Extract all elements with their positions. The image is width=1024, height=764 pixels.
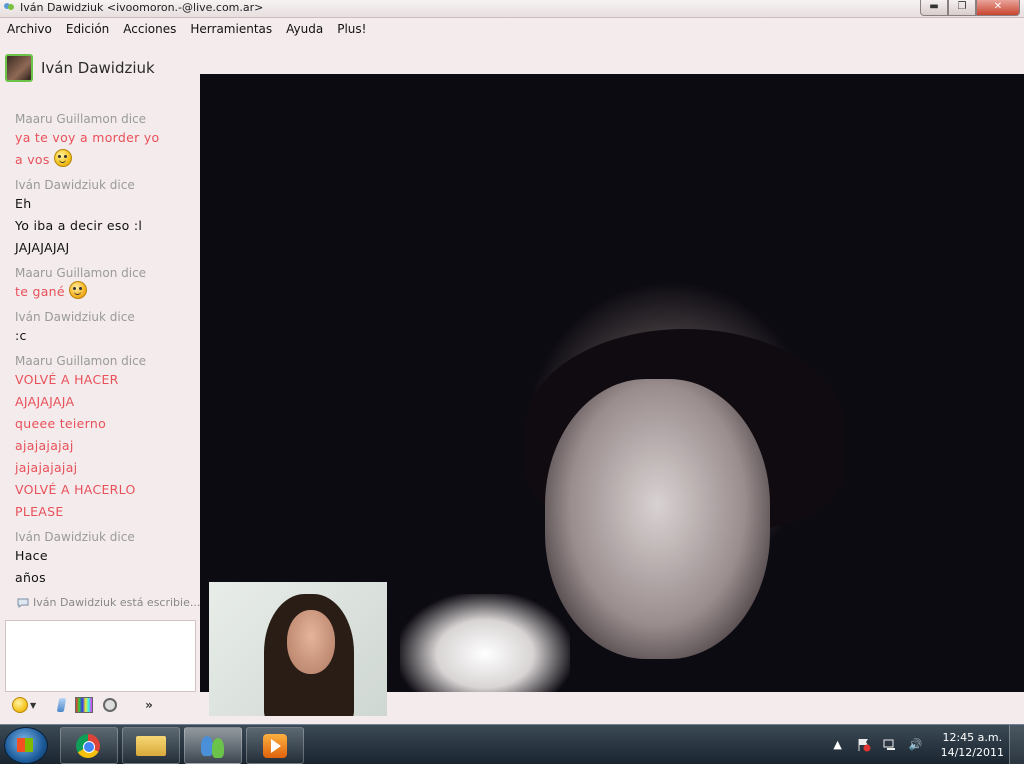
message-sender: Maaru Guillamon dice — [15, 112, 147, 126]
messenger-icon — [199, 734, 227, 758]
voice-clip-icon — [103, 698, 118, 712]
taskbar-messenger[interactable] — [184, 727, 242, 764]
color-grid-icon — [75, 697, 94, 713]
nudge-button[interactable] — [46, 698, 67, 712]
title-bar: Iván Dawidziuk <ivoomoron.-@live.com.ar>… — [0, 0, 1024, 18]
maximize-button[interactable]: ❐ — [948, 0, 976, 16]
message-input[interactable] — [5, 620, 196, 692]
start-button[interactable] — [4, 727, 48, 764]
message-line: ya te voy a morder yo — [15, 130, 160, 145]
network-icon[interactable] — [883, 738, 897, 752]
voice-clip-button[interactable] — [103, 698, 118, 712]
message-line: ajajajajaj — [15, 438, 74, 453]
conversation-history: Maaru Guillamon dice ya te voy a morder … — [15, 105, 195, 589]
volume-icon[interactable]: 🔊 — [909, 738, 923, 752]
smiley-icon — [12, 697, 28, 713]
video-subject-face — [545, 379, 770, 659]
message-line: queee teierno — [15, 416, 107, 431]
preview-subject-face — [287, 610, 335, 674]
wink-button[interactable] — [75, 697, 94, 713]
taskbar-explorer[interactable] — [122, 727, 180, 764]
contact-name[interactable]: Iván Dawidziuk — [41, 59, 155, 77]
menu-ayuda[interactable]: Ayuda — [279, 18, 330, 40]
video-light-glare — [400, 594, 570, 692]
taskbar: ▲ 🔊 12:45 a.m. 14/12/2011 — [0, 724, 1024, 764]
message-sender: Iván Dawidziuk dice — [15, 178, 135, 192]
show-desktop-button[interactable] — [1009, 725, 1024, 764]
more-options-button[interactable]: » — [145, 698, 153, 712]
message-line: jajajajajaj — [15, 460, 78, 475]
message-line: Eh — [15, 196, 32, 211]
message-line: VOLVÉ A HACER — [15, 372, 119, 387]
clock-date: 14/12/2011 — [940, 745, 1004, 759]
menu-herramientas[interactable]: Herramientas — [183, 18, 279, 40]
folder-icon — [136, 736, 166, 756]
nudge-icon — [56, 698, 67, 712]
typing-status-text: Iván Dawidziuk está escribie... — [33, 596, 201, 609]
media-player-icon — [263, 734, 287, 758]
window-title: Iván Dawidziuk <ivoomoron.-@live.com.ar> — [20, 1, 264, 14]
minimize-button[interactable]: ▬ — [920, 0, 948, 16]
clock-time: 12:45 a.m. — [942, 730, 1003, 744]
windows-logo-icon — [17, 738, 33, 752]
system-tray: ▲ 🔊 12:45 a.m. 14/12/2011 — [819, 725, 1004, 764]
message-line: Hace — [15, 548, 48, 563]
input-toolbar: ▼ » — [12, 695, 192, 715]
message-line: PLEASE — [15, 504, 64, 519]
menu-plus[interactable]: Plus! — [330, 18, 373, 40]
message-line: Yo iba a decir eso :l — [15, 218, 143, 233]
message-sender: Maaru Guillamon dice — [15, 266, 147, 280]
close-button[interactable]: ✕ — [976, 0, 1020, 16]
message-sender: Iván Dawidziuk dice — [15, 310, 135, 324]
taskbar-chrome[interactable] — [60, 727, 118, 764]
window-controls: ▬ ❐ ✕ — [920, 0, 1020, 16]
menu-edicion[interactable]: Edición — [59, 18, 116, 40]
typing-indicator: Iván Dawidziuk está escribie... — [17, 596, 200, 609]
self-webcam-preview[interactable] — [209, 582, 387, 716]
blushing-smiley-icon — [68, 281, 87, 299]
menu-acciones[interactable]: Acciones — [116, 18, 183, 40]
menu-archivo[interactable]: Archivo — [0, 18, 59, 40]
contact-header: Iván Dawidziuk — [5, 53, 155, 83]
message-sender: Iván Dawidziuk dice — [15, 530, 135, 544]
contact-avatar[interactable] — [5, 54, 33, 82]
taskbar-media-player[interactable] — [246, 727, 304, 764]
chevron-down-icon: ▼ — [30, 700, 37, 710]
system-clock[interactable]: 12:45 a.m. 14/12/2011 — [941, 730, 1004, 760]
chrome-icon — [76, 734, 100, 758]
messenger-app-icon — [4, 3, 14, 10]
message-sender: Maaru Guillamon dice — [15, 354, 147, 368]
message-line: :c — [15, 328, 27, 343]
message-line: te gané — [15, 284, 65, 299]
action-center-flag-icon[interactable] — [857, 738, 871, 752]
message-line: a vos — [15, 152, 50, 167]
message-line: VOLVÉ A HACERLO — [15, 482, 136, 497]
speech-bubble-icon — [17, 598, 29, 608]
message-line: JAJAJAJAJ — [15, 240, 70, 255]
message-line: AJAJAJAJA — [15, 394, 75, 409]
emoticon-picker-button[interactable]: ▼ — [12, 697, 36, 713]
show-hidden-icons-button[interactable]: ▲ — [831, 738, 845, 752]
relieved-smiley-icon — [53, 149, 72, 167]
menu-bar: Archivo Edición Acciones Herramientas Ay… — [0, 18, 1024, 40]
message-line: años — [15, 570, 46, 585]
